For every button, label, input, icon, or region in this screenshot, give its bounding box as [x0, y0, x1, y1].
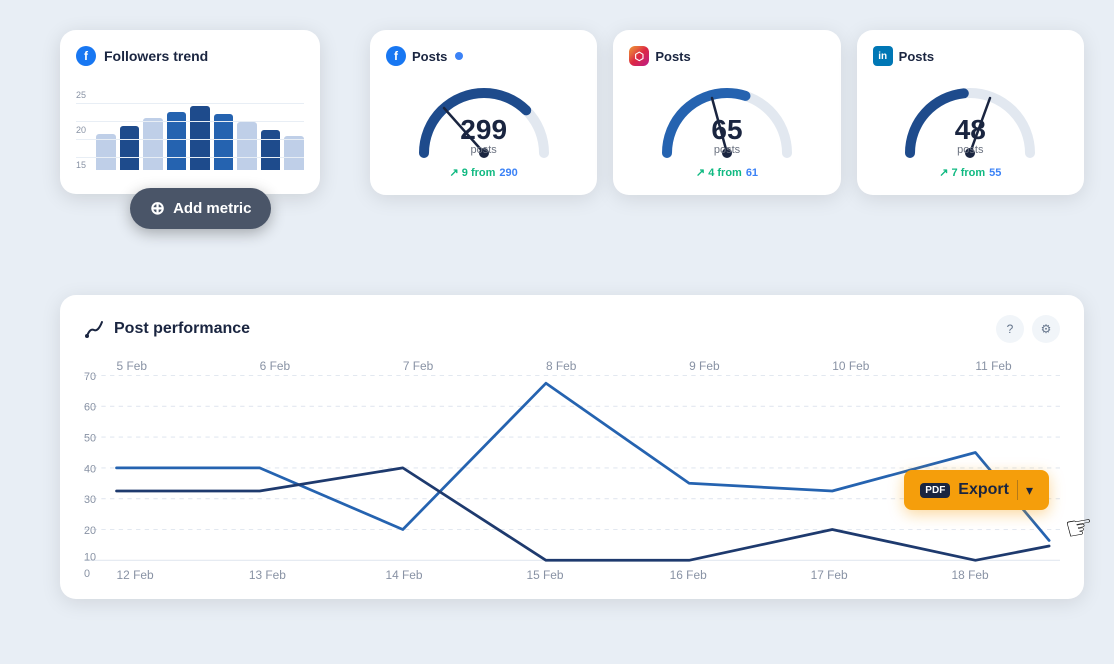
svg-text:20: 20: [84, 525, 96, 537]
li-card-footer: ↗ 7 from 55: [939, 166, 1001, 179]
fb-status-dot: [455, 52, 463, 60]
fb-posts-title: Posts: [412, 49, 447, 64]
svg-text:9 Feb: 9 Feb: [689, 359, 720, 373]
performance-card: Post performance ? ⚙ 5 Feb 6 Feb 7: [60, 295, 1084, 599]
ig-gauge-value: 65 posts: [711, 116, 742, 156]
svg-text:10: 10: [84, 551, 96, 563]
svg-text:18 Feb: 18 Feb: [952, 568, 989, 579]
fb-posts-icon: f: [386, 46, 406, 66]
svg-text:11 Feb: 11 Feb: [975, 359, 1012, 373]
svg-text:50: 50: [84, 432, 96, 444]
settings-button[interactable]: ⚙: [1032, 315, 1060, 343]
svg-text:13 Feb: 13 Feb: [249, 568, 286, 579]
chart-bar: [261, 130, 281, 170]
bar-chart: 25 20 15: [76, 78, 304, 178]
svg-text:10 Feb: 10 Feb: [832, 359, 869, 373]
perf-title-row: Post performance: [84, 318, 250, 340]
cursor-pointer: ☞: [1062, 506, 1097, 548]
help-button[interactable]: ?: [996, 315, 1024, 343]
fb-trend-prev: 290: [499, 167, 517, 179]
chart-bar: [167, 112, 187, 170]
ig-posts-title: Posts: [655, 49, 690, 64]
posts-cards-container: f Posts 299 posts ↗ 9 from 290: [370, 30, 1084, 195]
fb-posts-count: 299: [460, 114, 507, 145]
fb-card-footer: ↗ 9 from 290: [450, 166, 518, 179]
chart-bar: [284, 136, 304, 170]
svg-text:14 Feb: 14 Feb: [385, 568, 422, 579]
perf-header: Post performance ? ⚙: [84, 315, 1060, 343]
chart-bar: [237, 122, 257, 170]
bars-wrapper: [96, 90, 304, 170]
chart-bar: [190, 106, 210, 170]
add-metric-button[interactable]: ⊕ Add metric: [130, 188, 271, 229]
add-metric-label: Add metric: [173, 200, 251, 217]
svg-text:17 Feb: 17 Feb: [811, 568, 848, 579]
main-container: f Followers trend 25 20 15 ⊕ Add metric …: [0, 0, 1114, 664]
svg-text:40: 40: [84, 463, 96, 475]
ig-posts-icon: ⬡: [629, 46, 649, 66]
li-posts-unit: posts: [955, 144, 986, 156]
svg-text:0: 0: [84, 568, 90, 579]
li-gauge-value: 48 posts: [955, 116, 986, 156]
li-trend-arrow: ↗ 7 from: [939, 166, 985, 179]
ig-card-header: ⬡ Posts: [629, 46, 824, 66]
y-label-25: 25: [76, 90, 86, 100]
ig-posts-unit: posts: [711, 144, 742, 156]
performance-title: Post performance: [114, 320, 250, 338]
export-label: Export: [958, 481, 1009, 499]
svg-text:15 Feb: 15 Feb: [526, 568, 563, 579]
svg-text:30: 30: [84, 494, 96, 506]
followers-card-title: Followers trend: [104, 48, 208, 64]
fb-posts-unit: posts: [460, 144, 507, 156]
perf-actions: ? ⚙: [996, 315, 1060, 343]
chart-bar: [143, 118, 163, 170]
fb-gauge: 299 posts: [414, 78, 554, 158]
pdf-badge: PDF: [920, 483, 950, 498]
card-header: f Followers trend: [76, 46, 304, 66]
fb-trend-arrow: ↗ 9 from: [450, 166, 496, 179]
svg-text:6 Feb: 6 Feb: [260, 359, 291, 373]
y-axis-labels: 25 20 15: [76, 90, 86, 170]
svg-text:5 Feb: 5 Feb: [117, 359, 148, 373]
ig-trend-arrow: ↗ 4 from: [696, 166, 742, 179]
svg-text:12 Feb: 12 Feb: [117, 568, 154, 579]
fb-gauge-value: 299 posts: [460, 116, 507, 156]
followers-card: f Followers trend 25 20 15: [60, 30, 320, 194]
performance-chart-svg: 5 Feb 6 Feb 7 Feb 8 Feb 9 Feb 10 Feb 11 …: [84, 359, 1060, 579]
export-button[interactable]: PDF Export ▾: [904, 470, 1049, 510]
y-label-15: 15: [76, 160, 86, 170]
ig-card-footer: ↗ 4 from 61: [696, 166, 758, 179]
ig-posts-count: 65: [711, 114, 742, 145]
li-posts-icon: in: [873, 46, 893, 66]
li-posts-count: 48: [955, 114, 986, 145]
svg-text:7 Feb: 7 Feb: [403, 359, 434, 373]
li-gauge: 48 posts: [900, 78, 1040, 158]
chart-bar: [214, 114, 234, 170]
svg-text:70: 70: [84, 371, 96, 383]
facebook-posts-card: f Posts 299 posts ↗ 9 from 290: [370, 30, 597, 195]
instagram-posts-card: ⬡ Posts 65 posts ↗ 4 from 61: [613, 30, 840, 195]
chart-bar: [120, 126, 140, 170]
ig-gauge: 65 posts: [657, 78, 797, 158]
y-label-20: 20: [76, 125, 86, 135]
plus-icon: ⊕: [150, 198, 165, 219]
li-posts-title: Posts: [899, 49, 934, 64]
ig-trend-prev: 61: [746, 167, 758, 179]
svg-text:8 Feb: 8 Feb: [546, 359, 577, 373]
svg-text:60: 60: [84, 402, 96, 414]
svg-text:16 Feb: 16 Feb: [670, 568, 707, 579]
linkedin-posts-card: in Posts 48 posts ↗ 7 from 55: [857, 30, 1084, 195]
fb-card-header: f Posts: [386, 46, 581, 66]
li-trend-prev: 55: [989, 167, 1001, 179]
facebook-icon: f: [76, 46, 96, 66]
chart-bar: [96, 134, 116, 170]
perf-chart-icon: [84, 318, 106, 340]
chevron-down-icon[interactable]: ▾: [1026, 482, 1033, 499]
chart-area: 5 Feb 6 Feb 7 Feb 8 Feb 9 Feb 10 Feb 11 …: [84, 359, 1060, 579]
li-card-header: in Posts: [873, 46, 1068, 66]
export-divider: [1017, 480, 1018, 500]
